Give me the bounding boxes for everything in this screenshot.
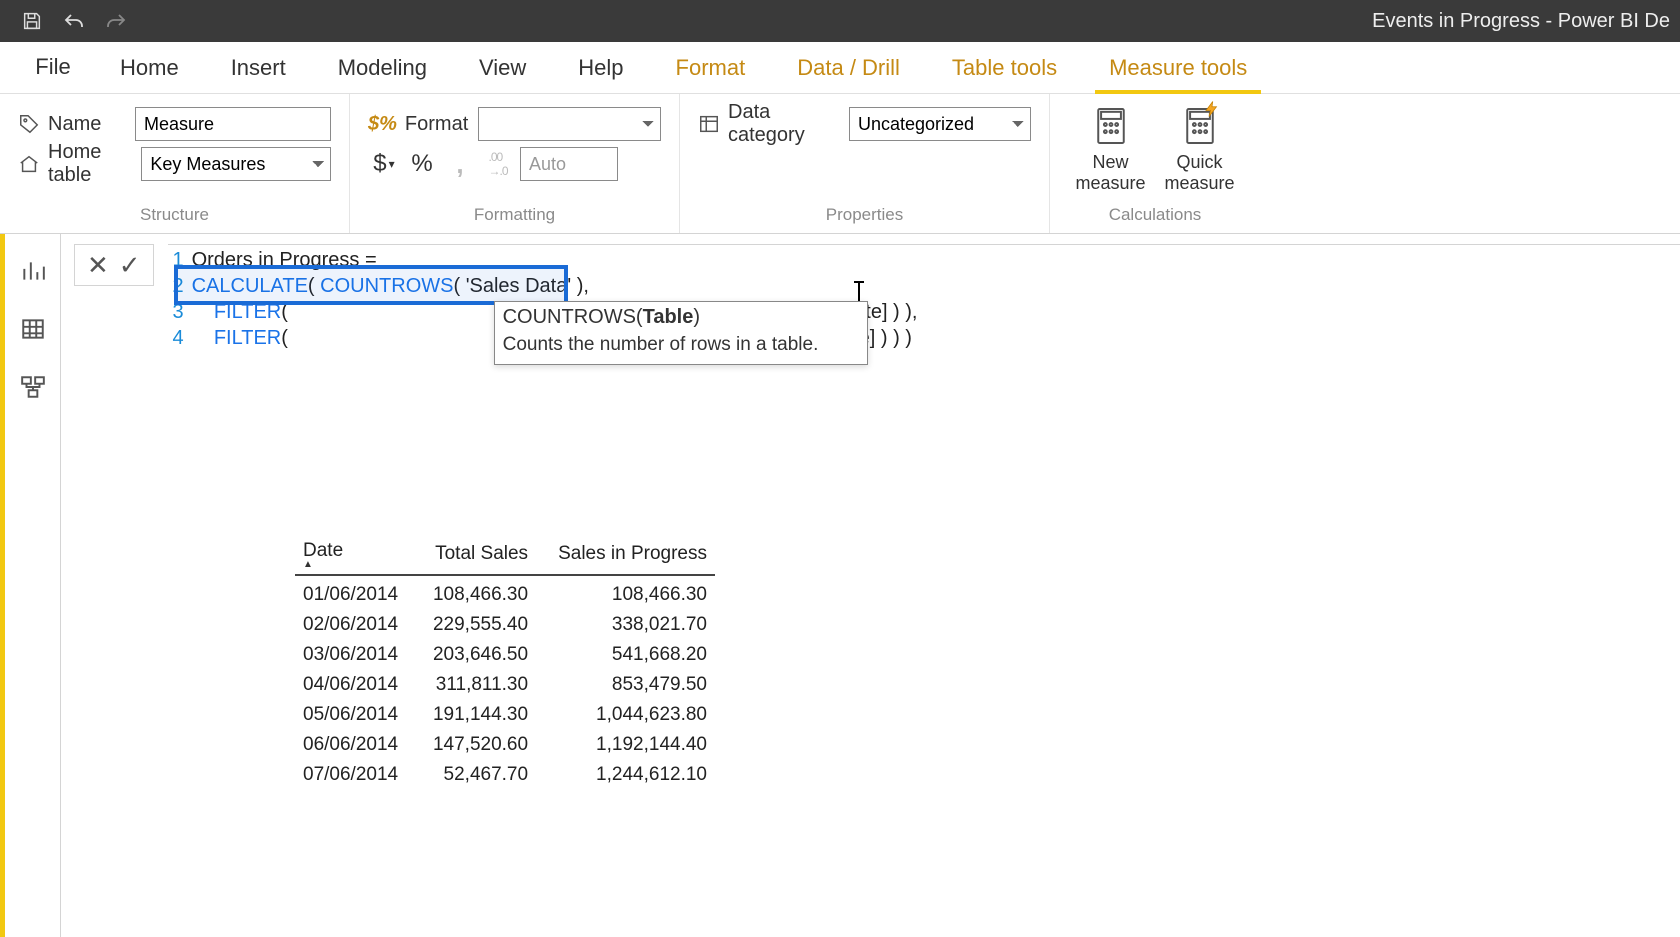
name-input[interactable]: [135, 107, 331, 141]
col-date[interactable]: Date▲: [295, 536, 416, 575]
tab-modeling[interactable]: Modeling: [312, 43, 453, 93]
format-select[interactable]: [478, 107, 661, 141]
table-row[interactable]: 03/06/2014203,646.50541,668.20: [295, 640, 715, 670]
data-category-label: Data category: [728, 101, 839, 147]
group-caption-structure: Structure: [18, 205, 331, 229]
redo-icon[interactable]: [104, 9, 128, 33]
col-sales-in-progress[interactable]: Sales in Progress: [536, 536, 715, 575]
code-line-2: CALCULATE( COUNTROWS( 'Sales Data' ),: [192, 273, 589, 299]
table-row[interactable]: 01/06/2014108,466.30108,466.30: [295, 575, 715, 610]
tab-table-tools[interactable]: Table tools: [926, 43, 1083, 93]
thousands-button[interactable]: ,: [444, 148, 476, 180]
group-calculations: New measure Quick measure Calculations: [1050, 94, 1260, 233]
home-table-label: Home table: [48, 141, 131, 187]
tab-measure-tools[interactable]: Measure tools: [1083, 43, 1273, 93]
decimals-input[interactable]: [520, 147, 618, 181]
group-caption-formatting: Formatting: [368, 205, 661, 229]
name-label: Name: [48, 113, 101, 136]
tab-file[interactable]: File: [12, 41, 94, 93]
cancel-formula-icon[interactable]: ✕: [87, 250, 109, 281]
formula-actions: ✕ ✓: [74, 244, 154, 286]
group-properties: Data category Uncategorized Properties: [680, 94, 1050, 233]
percent-button[interactable]: %: [406, 148, 438, 180]
table-row[interactable]: 05/06/2014191,144.301,044,623.80: [295, 700, 715, 730]
data-view-icon[interactable]: [18, 314, 48, 344]
data-category-icon: [698, 113, 720, 135]
tab-home[interactable]: Home: [94, 43, 205, 93]
group-caption-properties: Properties: [698, 205, 1031, 229]
format-icon: $%: [368, 113, 397, 136]
new-measure-button[interactable]: New measure: [1068, 104, 1153, 193]
code-line-1: Orders in Progress =: [192, 247, 377, 273]
tab-format[interactable]: Format: [650, 43, 772, 93]
model-view-icon[interactable]: [18, 372, 48, 402]
workspace: ✕ ✓ 1Orders in Progress = 2CALCULATE( CO…: [0, 234, 1680, 937]
commit-formula-icon[interactable]: ✓: [119, 250, 141, 281]
home-table-select[interactable]: Key Measures: [141, 147, 331, 181]
table-row[interactable]: 04/06/2014311,811.30853,479.50: [295, 670, 715, 700]
undo-icon[interactable]: [62, 9, 86, 33]
group-structure: Name Home table Key Measures Structure: [0, 94, 350, 233]
save-icon[interactable]: [20, 9, 44, 33]
table-header-row: Date▲ Total Sales Sales in Progress: [295, 536, 715, 575]
tab-insert[interactable]: Insert: [205, 43, 312, 93]
currency-button[interactable]: $ ▾: [368, 148, 400, 180]
formula-bar: ✕ ✓ 1Orders in Progress = 2CALCULATE( CO…: [74, 244, 1680, 364]
data-category-select[interactable]: Uncategorized: [849, 107, 1031, 141]
quick-measure-button[interactable]: Quick measure: [1157, 104, 1242, 193]
group-formatting: $% Format $ ▾ % , .00→.0: [350, 94, 680, 233]
tab-data-drill[interactable]: Data / Drill: [771, 43, 926, 93]
table-row[interactable]: 02/06/2014229,555.40338,021.70: [295, 610, 715, 640]
report-canvas[interactable]: ✕ ✓ 1Orders in Progress = 2CALCULATE( CO…: [61, 234, 1680, 937]
table-row[interactable]: 07/06/201452,467.701,244,612.10: [295, 760, 715, 790]
titlebar: Events in Progress - Power BI De: [0, 0, 1680, 42]
quick-calculator-icon: [1183, 104, 1217, 148]
group-caption-calculations: Calculations: [1068, 205, 1242, 229]
decrease-decimals-button[interactable]: .00→.0: [482, 148, 514, 180]
ribbon-tabs: File Home Insert Modeling View Help Form…: [0, 42, 1680, 94]
col-total-sales[interactable]: Total Sales: [416, 536, 537, 575]
formula-editor[interactable]: 1Orders in Progress = 2CALCULATE( COUNTR…: [168, 244, 1680, 364]
home-icon: [18, 153, 40, 175]
calculator-icon: [1094, 104, 1128, 148]
ribbon: Name Home table Key Measures Structure: [0, 94, 1680, 234]
tab-view[interactable]: View: [453, 43, 552, 93]
table-visual[interactable]: Date▲ Total Sales Sales in Progress 01/0…: [295, 536, 715, 790]
table-row[interactable]: 06/06/2014147,520.601,192,144.40: [295, 730, 715, 760]
format-label: Format: [405, 113, 468, 136]
tag-icon: [18, 113, 40, 135]
tab-help[interactable]: Help: [552, 43, 649, 93]
report-view-icon[interactable]: [18, 256, 48, 286]
intellisense-tooltip: COUNTROWS(Table) Counts the number of ro…: [494, 301, 868, 365]
view-switcher: [5, 234, 61, 937]
window-title: Events in Progress - Power BI De: [1372, 10, 1670, 33]
